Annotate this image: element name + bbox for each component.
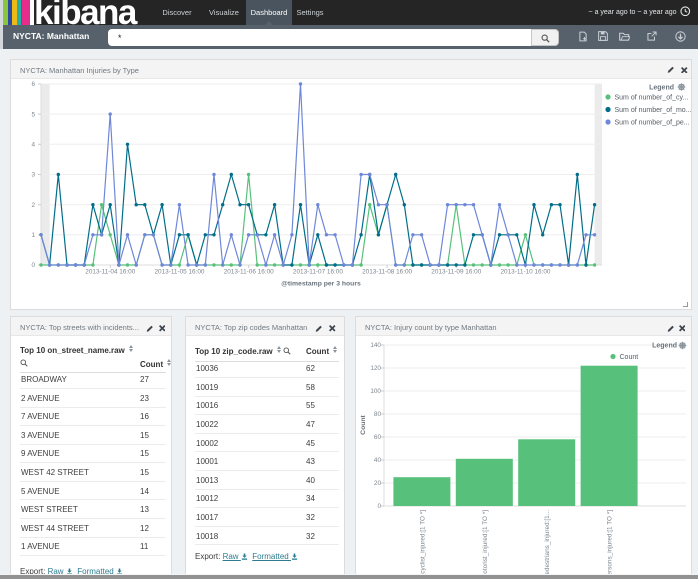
svg-text:number_of_motorist_injured:[1: number_of_motorist_injured:[1 TO *] — [482, 510, 489, 578]
svg-text:2013-11-10 16:00: 2013-11-10 16:00 — [501, 269, 551, 276]
svg-text:2: 2 — [31, 202, 35, 209]
svg-text:2013-11-05 16:00: 2013-11-05 16:00 — [155, 269, 205, 276]
svg-text:3: 3 — [31, 172, 35, 179]
svg-text:100: 100 — [370, 388, 381, 395]
svg-text:80: 80 — [374, 411, 382, 418]
svg-text:1: 1 — [31, 232, 35, 239]
svg-text:Count: Count — [360, 414, 367, 434]
svg-text:0: 0 — [377, 503, 381, 510]
svg-text:number_of_cyclist_injured:[1 T: number_of_cyclist_injured:[1 TO *] — [419, 510, 426, 578]
svg-text:Legend: Legend — [652, 343, 677, 350]
svg-text:2013-11-06 16:00: 2013-11-06 16:00 — [224, 269, 274, 276]
svg-text:20: 20 — [374, 480, 382, 487]
svg-text:Sum of number_of_pe...: Sum of number_of_pe... — [615, 120, 690, 127]
svg-text:2013-11-04 16:00: 2013-11-04 16:00 — [85, 269, 135, 276]
svg-text:Sum of number_of_cy...: Sum of number_of_cy... — [615, 95, 689, 102]
svg-text:number_of_persons_injured:[1 T: number_of_persons_injured:[1 TO *] — [607, 510, 614, 578]
svg-text:140: 140 — [370, 342, 381, 349]
svg-text:4: 4 — [31, 142, 35, 149]
svg-text:2013-11-09 16:00: 2013-11-09 16:00 — [431, 269, 481, 276]
svg-text:40: 40 — [374, 457, 382, 464]
svg-text:Sum of number_of_mo...: Sum of number_of_mo... — [615, 107, 692, 114]
svg-text:Legend: Legend — [649, 85, 674, 92]
svg-text:Count: Count — [620, 354, 639, 361]
svg-text:6: 6 — [31, 81, 35, 88]
svg-text:number_of_pedestrians_injured:: number_of_pedestrians_injured:[1... — [544, 510, 551, 578]
svg-text:60: 60 — [374, 434, 382, 441]
svg-text:@timestamp per 3 hours: @timestamp per 3 hours — [281, 281, 361, 288]
svg-text:5: 5 — [31, 111, 35, 118]
svg-text:2013-11-07 16:00: 2013-11-07 16:00 — [293, 269, 343, 276]
svg-text:120: 120 — [370, 365, 381, 372]
svg-text:0: 0 — [31, 262, 35, 269]
svg-text:2013-11-08 16:00: 2013-11-08 16:00 — [362, 269, 412, 276]
